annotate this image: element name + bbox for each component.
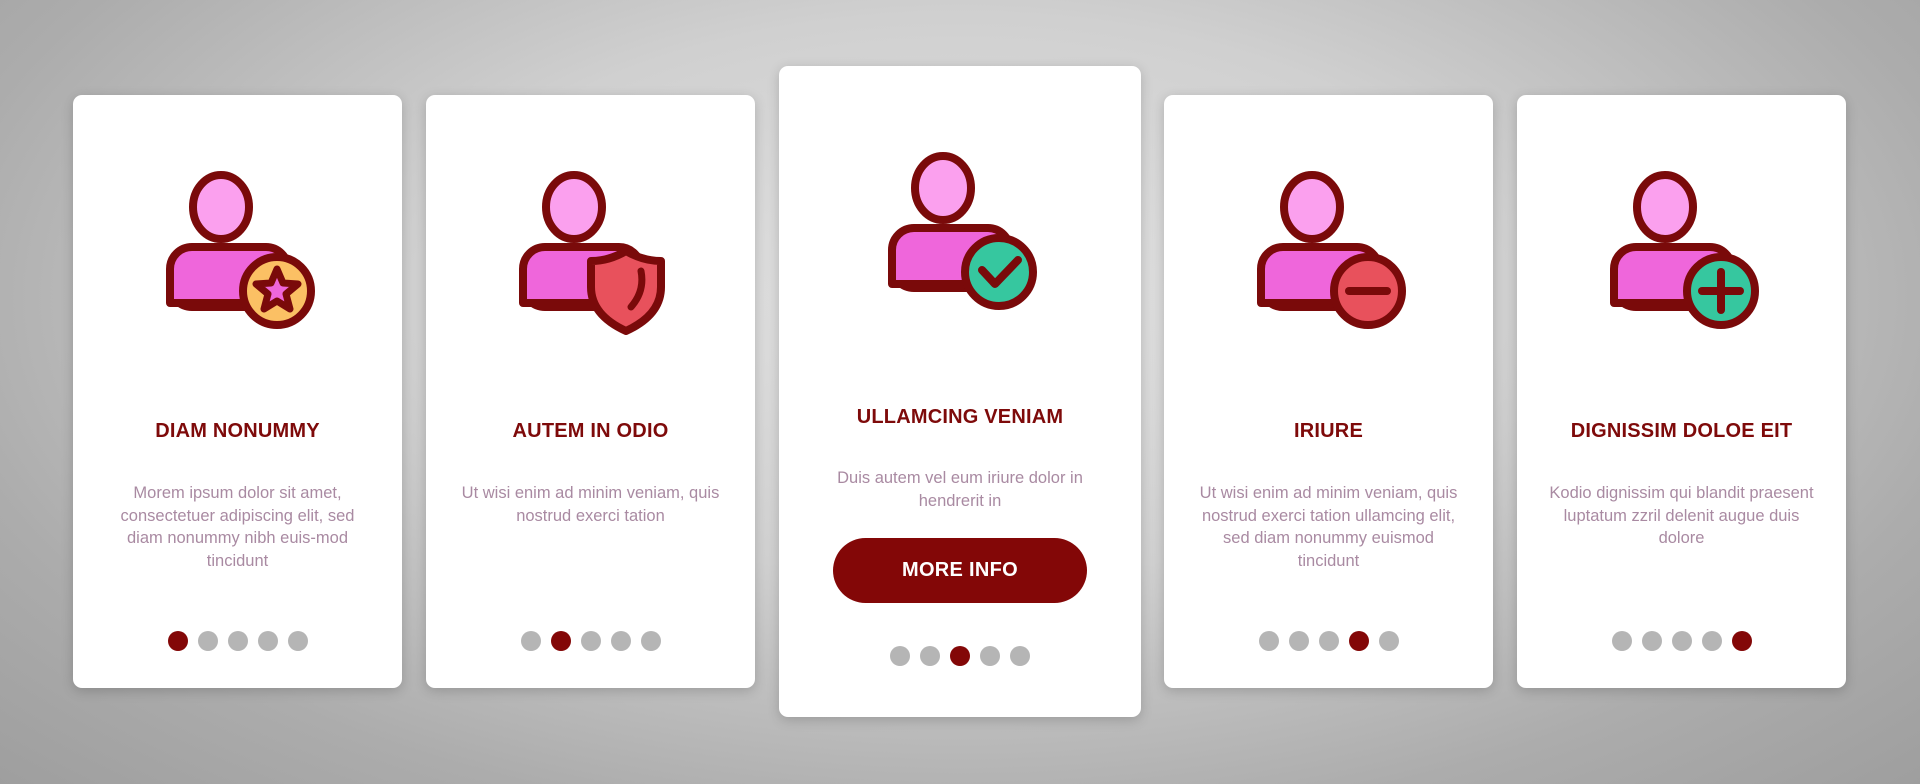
card-description: Duis autem vel eum iriure dolor in hendr… [837,469,1083,510]
page-dot-4[interactable] [610,631,631,651]
page-dot-4[interactable] [257,631,278,651]
user-check-icon [880,146,1040,316]
page-dot-1[interactable] [167,631,188,651]
card-title: DIGNISSIM DOLOE EIT [1570,420,1793,442]
onboarding-card-2: AUTEM IN ODIO Ut wisi enim ad minim veni… [426,95,755,688]
pagination-dots [1517,631,1846,651]
page-dot-2[interactable] [1288,631,1309,651]
onboarding-card-1: DIAM NONUMMY Morem ipsum dolor sit amet,… [73,95,402,688]
page-dot-5[interactable] [1010,646,1030,666]
page-dot-1[interactable] [1258,631,1279,651]
pagination-dots [779,646,1141,666]
page-dot-5[interactable] [640,631,661,651]
card-title: AUTEM IN ODIO [512,420,669,442]
onboarding-card-4: IRIURE Ut wisi enim ad minim veniam, qui… [1164,95,1493,688]
page-dot-2[interactable] [920,646,940,666]
page-dot-3[interactable] [1671,631,1692,651]
page-dot-2[interactable] [1641,631,1662,651]
page-dot-1[interactable] [520,631,541,651]
page-dot-5[interactable] [1378,631,1399,651]
user-plus-icon [1602,165,1762,335]
page-dot-4[interactable] [1701,631,1722,651]
page-dot-5[interactable] [287,631,308,651]
card-title: DIAM NONUMMY [155,420,320,442]
pagination-dots [73,631,402,651]
page-dot-4[interactable] [1348,631,1369,651]
user-minus-icon [1249,165,1409,335]
page-dot-2[interactable] [197,631,218,651]
page-dot-1[interactable] [890,646,910,666]
user-star-icon [158,165,318,335]
page-dot-5[interactable] [1731,631,1752,651]
page-dot-3[interactable] [227,631,248,651]
page-dot-3[interactable] [1318,631,1339,651]
more-info-button[interactable]: MORE INFO [833,538,1087,603]
user-shield-icon [511,165,671,335]
card-description: Kodio dignissim qui blandit praesent lup… [1549,484,1814,547]
pagination-dots [426,631,755,651]
onboarding-card-5: DIGNISSIM DOLOE EIT Kodio dignissim qui … [1517,95,1846,688]
card-description: Morem ipsum dolor sit amet, consectetuer… [120,484,355,570]
pagination-dots [1164,631,1493,651]
card-description: Ut wisi enim ad minim veniam, quis nostr… [1199,484,1458,570]
page-dot-4[interactable] [980,646,1000,666]
page-dot-1[interactable] [1611,631,1632,651]
card-title: ULLAMCING VENIAM [856,406,1064,428]
page-dot-3[interactable] [950,646,970,666]
page-dot-2[interactable] [550,631,571,651]
card-description: Ut wisi enim ad minim veniam, quis nostr… [461,484,720,525]
onboarding-card-3: ULLAMCING VENIAM Duis autem vel eum iriu… [779,66,1141,717]
page-dot-3[interactable] [580,631,601,651]
card-title: IRIURE [1294,420,1363,442]
